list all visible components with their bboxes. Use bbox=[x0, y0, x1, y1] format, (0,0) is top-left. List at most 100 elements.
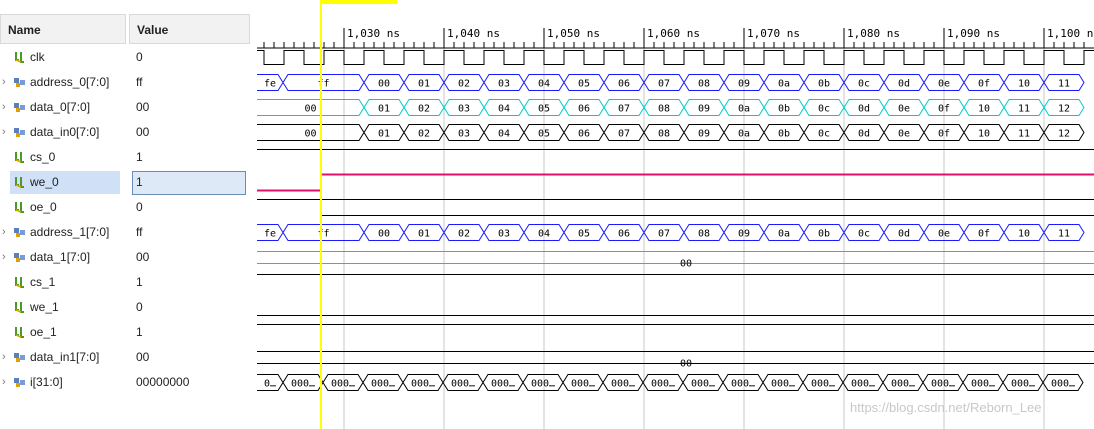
data-0-value: 0d bbox=[858, 104, 870, 115]
expand-chevron-icon[interactable]: › bbox=[2, 101, 10, 113]
we-0-waveform bbox=[257, 173, 1094, 192]
signal-row[interactable]: we_1 0 bbox=[0, 295, 252, 320]
address-0-value: 0c bbox=[858, 79, 870, 90]
signal-row[interactable]: oe_0 0 bbox=[0, 195, 252, 220]
i-value: 000… bbox=[531, 379, 555, 390]
signal-row[interactable]: › data_0[7:0] 00 bbox=[0, 95, 252, 120]
i-value: 000… bbox=[1051, 379, 1075, 390]
signal-row[interactable]: oe_1 1 bbox=[0, 320, 252, 345]
signal-row[interactable]: cs_1 1 bbox=[0, 270, 252, 295]
bus-signal-icon bbox=[14, 378, 25, 387]
address-0-value: 03 bbox=[498, 79, 510, 90]
i-value: 000… bbox=[571, 379, 595, 390]
expand-chevron-icon[interactable]: › bbox=[2, 376, 10, 388]
bus-signal-icon bbox=[14, 353, 25, 362]
data-1-value: 00 bbox=[680, 259, 692, 270]
ruler-label: 1,040 ns bbox=[447, 27, 500, 40]
bit-signal-icon bbox=[15, 152, 24, 163]
value-header-label: Value bbox=[137, 23, 169, 37]
address-1-value: 11 bbox=[1058, 229, 1070, 240]
expand-chevron-icon[interactable]: › bbox=[2, 126, 10, 138]
data-in0-value: 0f bbox=[938, 129, 950, 140]
i-value: 000… bbox=[611, 379, 635, 390]
value-edit-box[interactable] bbox=[132, 171, 246, 195]
signal-value: 1 bbox=[136, 150, 143, 164]
signal-name: clk bbox=[30, 50, 45, 64]
address-1-value: 00 bbox=[378, 229, 390, 240]
address-1-value: 0e bbox=[938, 229, 950, 240]
data-0-value: 05 bbox=[538, 104, 550, 115]
address-1-value: 09 bbox=[738, 229, 750, 240]
i-value: 000… bbox=[971, 379, 995, 390]
data-in0-value: 00 bbox=[304, 129, 316, 140]
signal-row[interactable]: clk 0 bbox=[0, 45, 252, 70]
expand-chevron-icon[interactable]: › bbox=[2, 76, 10, 88]
address-0-value: 10 bbox=[1018, 79, 1030, 90]
signal-name: data_0[7:0] bbox=[30, 100, 91, 114]
signal-name: address_1[7:0] bbox=[30, 225, 110, 239]
address-1-value: 04 bbox=[538, 229, 550, 240]
data-in0-value: 0b bbox=[778, 129, 790, 140]
data-0-value: 11 bbox=[1018, 104, 1030, 115]
signal-row[interactable]: › i[31:0] 00000000 bbox=[0, 370, 252, 395]
data-in0-value: 07 bbox=[618, 129, 630, 140]
value-column-header[interactable]: Value bbox=[129, 14, 250, 44]
signal-value: 1 bbox=[136, 175, 143, 189]
i-value: 000… bbox=[651, 379, 675, 390]
i-value: 000… bbox=[691, 379, 715, 390]
signal-value: 0 bbox=[136, 200, 143, 214]
expand-chevron-icon[interactable]: › bbox=[2, 226, 10, 238]
address-0-value: 01 bbox=[418, 79, 430, 90]
i-value: 000… bbox=[731, 379, 755, 390]
address-0-value: 05 bbox=[578, 79, 590, 90]
data-in0-value: 0c bbox=[818, 129, 830, 140]
i-value: 000… bbox=[291, 379, 315, 390]
address-0-value: 08 bbox=[698, 79, 710, 90]
signal-row[interactable]: we_0 1 bbox=[0, 170, 252, 195]
signal-row[interactable]: cs_0 1 bbox=[0, 145, 252, 170]
i-value: 000… bbox=[851, 379, 875, 390]
signal-row[interactable]: › data_in1[7:0] 00 bbox=[0, 345, 252, 370]
watermark: https://blog.csdn.net/Reborn_Lee bbox=[850, 400, 1042, 415]
signal-value: 00 bbox=[136, 350, 150, 364]
signal-name: we_0 bbox=[30, 175, 59, 189]
i-value: 000… bbox=[771, 379, 795, 390]
signal-row[interactable]: › data_1[7:0] 00 bbox=[0, 245, 252, 270]
address-1-value: 08 bbox=[698, 229, 710, 240]
data-0-value: 10 bbox=[978, 104, 990, 115]
bit-signal-icon bbox=[15, 302, 24, 313]
data-0-value: 12 bbox=[1058, 104, 1070, 115]
bit-signal-icon bbox=[15, 177, 24, 188]
i-value: 000… bbox=[331, 379, 355, 390]
i-value: 000… bbox=[491, 379, 515, 390]
data-in0-value: 08 bbox=[658, 129, 670, 140]
address-1-value: 0f bbox=[978, 229, 990, 240]
name-column-header[interactable]: Name bbox=[0, 14, 126, 44]
address-1-value: 0d bbox=[898, 229, 910, 240]
signal-row[interactable]: › address_0[7:0] ff bbox=[0, 70, 252, 95]
data-in0-value: 09 bbox=[698, 129, 710, 140]
signal-name: oe_0 bbox=[30, 200, 57, 214]
data-0-value: 06 bbox=[578, 104, 590, 115]
address-1-value: 0c bbox=[858, 229, 870, 240]
signal-value: ff bbox=[136, 225, 143, 239]
signal-row[interactable]: › address_1[7:0] ff bbox=[0, 220, 252, 245]
waveform-viewer[interactable]: 1,030 ns 1,040 ns 1,050 ns 1,060 ns 1,070 ns… bbox=[257, 0, 1094, 429]
bus-signal-icon bbox=[14, 78, 25, 87]
data-in0-value: 0d bbox=[858, 129, 870, 140]
address-1-value: 03 bbox=[498, 229, 510, 240]
address-0-value: 04 bbox=[538, 79, 550, 90]
expand-chevron-icon[interactable]: › bbox=[2, 251, 10, 263]
expand-chevron-icon[interactable]: › bbox=[2, 351, 10, 363]
bit-signal-icon bbox=[15, 202, 24, 213]
i-value: 000… bbox=[931, 379, 955, 390]
bit-signal-icon bbox=[15, 327, 24, 338]
signal-value: 00 bbox=[136, 100, 150, 114]
i-value: 000… bbox=[811, 379, 835, 390]
address-0-value: 09 bbox=[738, 79, 750, 90]
signal-row[interactable]: › data_in0[7:0] 00 bbox=[0, 120, 252, 145]
data-0-value: 03 bbox=[458, 104, 470, 115]
bit-signal-icon bbox=[15, 52, 24, 63]
address-0-value: 11 bbox=[1058, 79, 1070, 90]
ruler-label: 1,070 ns bbox=[747, 27, 800, 40]
